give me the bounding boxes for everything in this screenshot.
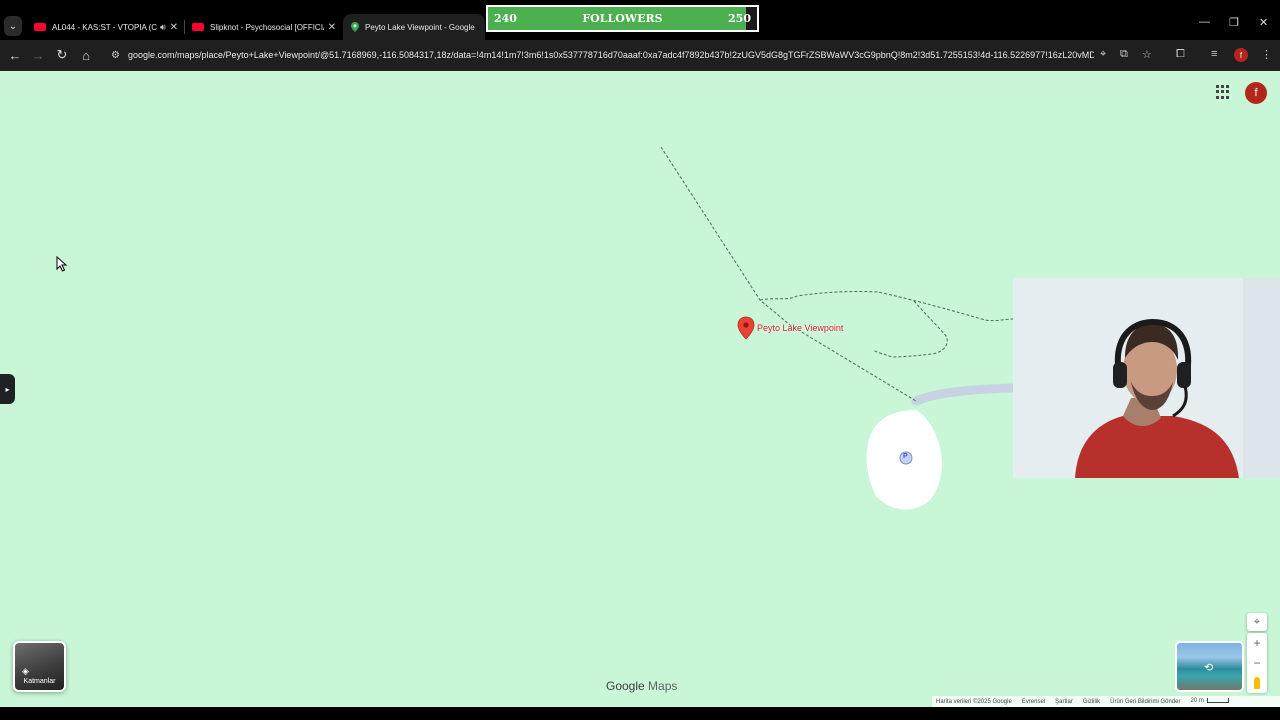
followers-label: FOLLOWERS — [582, 12, 663, 25]
youtube-icon — [192, 23, 204, 31]
terms-link[interactable]: Şartlar — [1055, 699, 1073, 705]
bookmark-star-icon[interactable]: ☆ — [1142, 48, 1152, 61]
minimize-icon[interactable]: — — [1199, 16, 1210, 28]
browser-menu-icon[interactable]: ⋮ — [1261, 48, 1272, 61]
browser-profile-avatar[interactable]: f — [1234, 48, 1248, 62]
scale-bar — [1206, 698, 1229, 704]
logo-google-text: Google — [606, 679, 645, 693]
close-tab-icon[interactable]: ✕ — [170, 22, 178, 33]
zoom-in-button[interactable]: + — [1247, 633, 1267, 653]
layers-button[interactable]: ◈ Katmanlar — [13, 641, 66, 692]
site-info-icon[interactable]: ⚙ — [111, 50, 120, 61]
speaker-icon[interactable]: 🔊︎ — [160, 22, 166, 33]
tab-youtube-slipknot[interactable]: Slipknot - Psychosocial [OFFICIAL ✕ — [184, 14, 342, 40]
streamer-image — [1013, 278, 1280, 478]
feedback-link[interactable]: Ürün Geri Bildirimi Gönder — [1110, 699, 1180, 705]
google-apps-icon[interactable] — [1216, 85, 1230, 99]
layers-icon: ◈ — [22, 666, 29, 676]
map-canvas[interactable]: Peyto Lake Viewpoint P f ▸ ◈ Katmanlar G… — [0, 71, 1280, 707]
road — [911, 383, 1018, 406]
map-data-credit: Harita verileri ©2025 Google — [936, 698, 1012, 705]
google-maps-logo: Google Maps — [606, 679, 677, 693]
close-tab-icon[interactable]: ✕ — [328, 22, 336, 33]
followers-goal-overlay: 240 FOLLOWERS 250 — [486, 5, 759, 32]
parking-label: P — [903, 453, 908, 460]
trail — [872, 300, 948, 358]
place-label[interactable]: Peyto Lake Viewpoint — [757, 323, 843, 333]
extensions-icon[interactable]: ⧠ — [1176, 48, 1185, 61]
url-text[interactable]: google.com/maps/place/Peyto+Lake+Viewpoi… — [128, 44, 1094, 67]
place-pin-icon[interactable] — [737, 316, 755, 340]
pegman-icon — [1254, 677, 1260, 689]
logo-maps-text: Maps — [648, 679, 678, 693]
tab-youtube-kasst[interactable]: AL044 - KAS:ST - VTOPIA (C 🔊︎ ✕ — [26, 14, 184, 40]
reload-button[interactable]: ↻ — [53, 46, 71, 64]
360-icon: ⟲ — [1204, 662, 1214, 674]
trail — [660, 146, 917, 402]
media-control-icon[interactable]: ≡ — [1211, 48, 1217, 60]
tab-title: AL044 - KAS:ST - VTOPIA (C — [52, 22, 158, 32]
home-button[interactable]: ⌂ — [77, 46, 95, 64]
mouse-cursor-icon — [56, 256, 67, 272]
location-icon[interactable]: ⌖ — [1100, 48, 1106, 61]
back-button[interactable]: ← — [6, 46, 24, 64]
youtube-icon — [34, 23, 46, 31]
privacy-link[interactable]: Gizlilik — [1083, 699, 1100, 705]
restore-icon[interactable]: ❐ — [1229, 16, 1239, 29]
my-location-icon: ⌖ — [1253, 615, 1261, 628]
webcam-overlay — [1013, 278, 1280, 478]
maps-pin-icon — [351, 22, 359, 32]
tab-google-maps[interactable]: Peyto Lake Viewpoint - Google — [343, 14, 485, 40]
followers-goal: 250 — [728, 12, 751, 25]
bottom-letterbox — [0, 707, 1280, 720]
scale-text: 20 m — [1190, 698, 1204, 705]
global-link[interactable]: Evrensel — [1022, 699, 1045, 705]
layers-label: Katmanlar — [23, 678, 56, 685]
my-location-button[interactable]: ⌖ — [1247, 613, 1267, 631]
screen: ⌄ AL044 - KAS:ST - VTOPIA (C 🔊︎ ✕ Slipkn… — [0, 0, 1280, 720]
street-view-thumbnail[interactable]: ⟲ — [1175, 641, 1244, 692]
install-app-icon[interactable]: ⧉ — [1120, 48, 1128, 61]
forward-button[interactable]: → — [29, 46, 47, 64]
zoom-out-button[interactable]: − — [1247, 653, 1267, 673]
tab-title: Peyto Lake Viewpoint - Google — [365, 22, 475, 32]
browser-toolbar: ← → ↻ ⌂ ⚙ google.com/maps/place/Peyto+La… — [0, 40, 1280, 71]
tab-search-button[interactable]: ⌄ — [4, 16, 22, 36]
close-window-icon[interactable]: ✕ — [1259, 16, 1268, 29]
trail — [759, 290, 1014, 322]
expand-side-panel-button[interactable]: ▸ — [0, 374, 15, 404]
account-avatar[interactable]: f — [1245, 82, 1267, 104]
scale-indicator[interactable]: 20 m — [1190, 698, 1229, 705]
map-footer: Harita verileri ©2025 Google Evrensel Şa… — [932, 696, 1280, 707]
tab-title: Slipknot - Psychosocial [OFFICIAL — [210, 22, 324, 32]
browser-tab-strip: ⌄ AL044 - KAS:ST - VTOPIA (C 🔊︎ ✕ Slipkn… — [0, 0, 1280, 40]
address-bar[interactable]: ⚙ google.com/maps/place/Peyto+Lake+Viewp… — [102, 44, 1166, 67]
street-view-pegman-button[interactable] — [1247, 673, 1267, 693]
